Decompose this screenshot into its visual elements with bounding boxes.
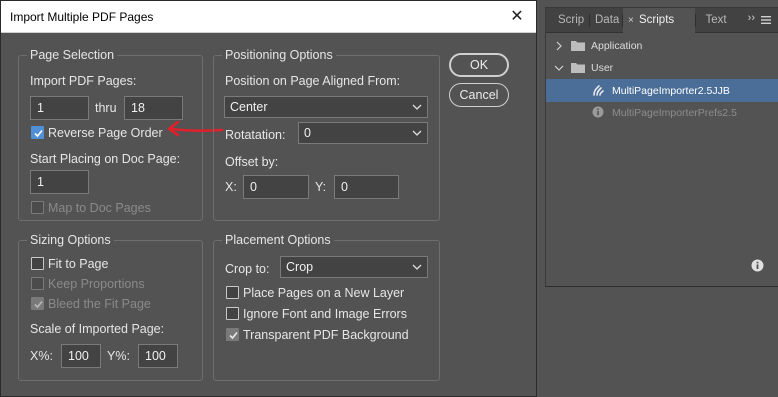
crop-select[interactable]: Crop xyxy=(280,256,428,278)
bleed-fit-checkbox[interactable] xyxy=(31,297,44,310)
transparent-bg-checkbox[interactable] xyxy=(226,328,239,341)
cancel-button[interactable]: Cancel xyxy=(449,83,509,107)
start-page-input[interactable] xyxy=(30,170,89,194)
keep-proportions-label: Keep Proportions xyxy=(48,277,145,291)
panel-menu-icon[interactable] xyxy=(759,13,773,27)
fit-to-page-checkbox[interactable] xyxy=(31,257,44,270)
thru-label: thru xyxy=(95,101,117,115)
offset-y-label: Y: xyxy=(315,180,327,194)
new-layer-checkbox[interactable] xyxy=(226,286,239,299)
scale-x-input[interactable] xyxy=(61,344,101,368)
sizing-legend: Sizing Options xyxy=(27,233,114,247)
tab-scrip[interactable]: Scrip xyxy=(558,8,588,33)
dialog-title: Import Multiple PDF Pages xyxy=(10,10,154,24)
reverse-order-label[interactable]: Reverse Page Order xyxy=(48,126,163,140)
script-item-selected[interactable]: MultiPageImporter2.5JJB xyxy=(546,79,778,102)
tab-close-icon[interactable]: × xyxy=(628,8,634,33)
chevron-down-icon xyxy=(412,264,422,270)
script-icon xyxy=(593,85,604,96)
ignore-errors-checkbox[interactable] xyxy=(226,307,239,320)
offset-x-input[interactable] xyxy=(243,175,309,199)
bleed-fit-label: Bleed the Fit Page xyxy=(48,297,151,311)
aligned-from-select[interactable]: Center xyxy=(224,96,428,118)
rotation-label: Rotatation: xyxy=(225,128,286,142)
tab-data[interactable]: Data xyxy=(595,8,621,33)
crop-value: Crop xyxy=(286,260,314,274)
keep-proportions-checkbox[interactable] xyxy=(31,277,44,290)
tab-scripts-label: Scripts xyxy=(639,14,675,26)
folder-label: User xyxy=(591,62,614,74)
offset-y-input[interactable] xyxy=(334,175,399,199)
script-item[interactable]: MultiPageImporterPrefs2.5 xyxy=(546,102,778,124)
scale-x-label: X%: xyxy=(30,349,53,363)
import-pages-label: Import PDF Pages: xyxy=(30,74,137,88)
scale-label: Scale of Imported Page: xyxy=(30,322,165,336)
transparent-bg-label[interactable]: Transparent PDF Background xyxy=(243,328,409,342)
folder-row[interactable]: User xyxy=(546,57,778,79)
positioning-legend: Positioning Options xyxy=(222,48,336,62)
offset-x-label: X: xyxy=(225,180,237,194)
folder-row[interactable]: Application xyxy=(546,35,778,57)
placement-legend: Placement Options xyxy=(222,233,334,247)
screen: Import Multiple PDF Pages ✕ Page Selecti… xyxy=(0,0,778,397)
reverse-order-checkbox[interactable] xyxy=(31,126,44,139)
to-page-input[interactable] xyxy=(124,96,183,120)
map-doc-pages-label: Map to Doc Pages xyxy=(48,201,151,215)
offset-label: Offset by: xyxy=(225,155,279,169)
info-icon xyxy=(592,106,604,118)
new-layer-label[interactable]: Place Pages on a New Layer xyxy=(243,286,404,300)
dialog-content: Page Selection Import PDF Pages: thru Re… xyxy=(1,34,536,396)
folder-label: Application xyxy=(591,40,643,52)
page-selection-legend: Page Selection xyxy=(27,48,118,62)
panel-tabbar: Scrip Data × Scripts Text ›› xyxy=(546,8,778,34)
tab-separator xyxy=(589,14,590,27)
tab-text[interactable]: Text xyxy=(696,8,736,33)
script-label: MultiPageImporterPrefs2.5 xyxy=(612,107,737,119)
tab-scripts[interactable]: × Scripts xyxy=(623,8,695,34)
more-tabs-icon[interactable]: ›› xyxy=(748,12,755,24)
workspace-background xyxy=(545,288,778,397)
folder-icon xyxy=(571,41,585,51)
chevron-down-icon xyxy=(412,104,422,110)
rotation-value: 0 xyxy=(304,126,311,140)
ok-button[interactable]: OK xyxy=(449,53,509,77)
ignore-errors-label[interactable]: Ignore Font and Image Errors xyxy=(243,307,407,321)
import-dialog: Import Multiple PDF Pages ✕ Page Selecti… xyxy=(0,0,537,397)
chevron-down-icon xyxy=(412,130,422,136)
dialog-titlebar[interactable]: Import Multiple PDF Pages ✕ xyxy=(1,1,536,33)
info-icon[interactable] xyxy=(751,259,764,272)
script-label: MultiPageImporter2.5JJB xyxy=(612,85,730,97)
map-doc-pages-checkbox[interactable] xyxy=(31,201,44,214)
scale-y-label: Y%: xyxy=(107,349,130,363)
chevron-down-icon[interactable] xyxy=(554,64,564,72)
aligned-from-value: Center xyxy=(230,100,268,114)
from-page-input[interactable] xyxy=(30,96,89,120)
aligned-from-label: Position on Page Aligned From: xyxy=(225,74,401,88)
folder-icon xyxy=(571,63,585,73)
scale-y-input[interactable] xyxy=(138,344,178,368)
close-icon[interactable]: ✕ xyxy=(504,4,530,30)
rotation-select[interactable]: 0 xyxy=(298,122,428,144)
start-page-label: Start Placing on Doc Page: xyxy=(30,152,181,166)
crop-label: Crop to: xyxy=(225,262,270,276)
chevron-right-icon[interactable] xyxy=(555,41,563,51)
fit-to-page-label[interactable]: Fit to Page xyxy=(48,257,108,271)
scripts-panel: Scrip Data × Scripts Text ›› Application xyxy=(545,7,778,287)
